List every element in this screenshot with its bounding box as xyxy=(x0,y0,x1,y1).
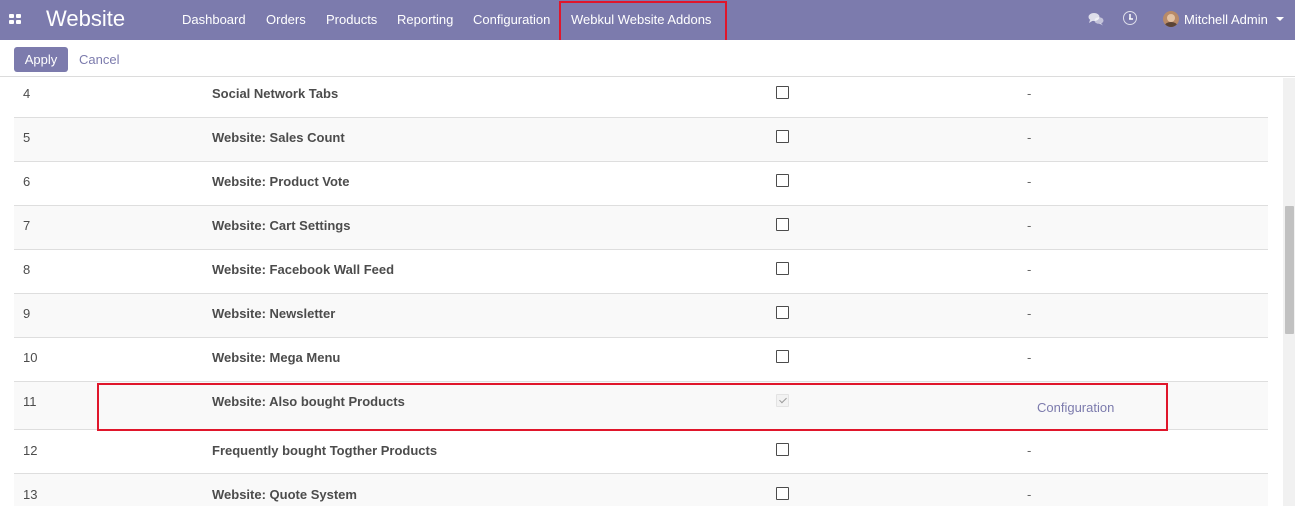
table-row: 8 Website: Facebook Wall Feed - xyxy=(14,250,1268,294)
install-checkbox[interactable] xyxy=(776,306,789,319)
addon-name: Website: Newsletter xyxy=(212,306,336,321)
table-row: 11 Website: Also bought Products Configura… xyxy=(14,382,1268,430)
user-menu-name[interactable]: Mitchell Admin xyxy=(1184,12,1268,27)
install-checkbox[interactable] xyxy=(776,443,789,456)
nav-highlight-box xyxy=(559,1,727,42)
install-checkbox[interactable] xyxy=(776,86,789,99)
action-placeholder: - xyxy=(1027,130,1032,145)
row-number: 5 xyxy=(23,130,31,145)
install-checkbox[interactable] xyxy=(776,487,789,500)
install-checkbox[interactable] xyxy=(776,218,789,231)
action-placeholder: - xyxy=(1027,174,1032,189)
table-row: 6 Website: Product Vote - xyxy=(14,162,1268,206)
table-row: 13 Website: Quote System - xyxy=(14,474,1268,506)
apps-grid-icon[interactable] xyxy=(9,14,21,24)
caret-down-icon[interactable] xyxy=(1276,17,1284,21)
addon-name: Frequently bought Togther Products xyxy=(212,443,438,458)
addon-name: Website: Facebook Wall Feed xyxy=(212,262,395,277)
addon-name: Website: Quote System xyxy=(212,487,357,502)
row-number: 4 xyxy=(23,86,31,101)
nav-reporting[interactable]: Reporting xyxy=(397,12,453,27)
table-row: 5 Website: Sales Count - xyxy=(14,118,1268,162)
clock-icon[interactable] xyxy=(1123,11,1137,25)
row-number: 9 xyxy=(23,306,31,321)
table-row: 12 Frequently bought Togther Products - xyxy=(14,430,1268,474)
install-checkbox[interactable] xyxy=(776,350,789,363)
addon-name: Social Network Tabs xyxy=(212,86,339,101)
install-checkbox-checked[interactable] xyxy=(776,394,789,407)
app-title: Website xyxy=(46,6,126,31)
row-number: 13 xyxy=(23,487,38,502)
addon-name: Website: Also bought Products xyxy=(212,394,405,409)
install-checkbox[interactable] xyxy=(776,130,789,143)
addon-name: Website: Product Vote xyxy=(212,174,350,189)
row-number: 10 xyxy=(23,350,38,365)
action-placeholder: - xyxy=(1027,350,1032,365)
table-row: 9 Website: Newsletter - xyxy=(14,294,1268,338)
cancel-button[interactable]: Cancel xyxy=(79,52,119,67)
table-row: 7 Website: Cart Settings - xyxy=(14,206,1268,250)
action-placeholder: - xyxy=(1027,443,1032,458)
install-checkbox[interactable] xyxy=(776,174,789,187)
top-navbar: Website Dashboard Orders Products Report… xyxy=(0,0,1295,42)
apply-button[interactable]: Apply xyxy=(14,47,68,72)
chat-bubbles-icon[interactable] xyxy=(1088,12,1104,26)
nav-orders[interactable]: Orders xyxy=(266,12,306,27)
table-row: 10 Website: Mega Menu - xyxy=(14,338,1268,382)
action-placeholder: - xyxy=(1027,262,1032,277)
avatar[interactable] xyxy=(1163,11,1179,27)
row-number: 6 xyxy=(23,174,31,189)
nav-products[interactable]: Products xyxy=(326,12,377,27)
action-placeholder: - xyxy=(1027,218,1032,233)
action-placeholder: - xyxy=(1027,487,1032,502)
row-number: 11 xyxy=(23,394,37,409)
addon-name: Website: Cart Settings xyxy=(212,218,351,233)
control-panel: Apply Cancel xyxy=(0,40,1295,77)
row-number: 12 xyxy=(23,443,38,458)
action-placeholder: - xyxy=(1027,306,1032,321)
install-checkbox[interactable] xyxy=(776,262,789,275)
addon-list: 4 Social Network Tabs - 5 Website: Sales Cou… xyxy=(14,78,1268,506)
addon-name: Website: Mega Menu xyxy=(212,350,341,365)
nav-dashboard[interactable]: Dashboard xyxy=(182,12,246,27)
addon-name: Website: Sales Count xyxy=(212,130,345,145)
scrollbar-thumb[interactable] xyxy=(1285,206,1294,334)
nav-configuration[interactable]: Configuration xyxy=(473,12,550,27)
action-placeholder: - xyxy=(1027,86,1032,101)
row-number: 8 xyxy=(23,262,31,277)
table-row: 4 Social Network Tabs - xyxy=(14,78,1268,118)
row-number: 7 xyxy=(23,218,31,233)
configuration-link[interactable]: Configuration xyxy=(1037,400,1114,415)
